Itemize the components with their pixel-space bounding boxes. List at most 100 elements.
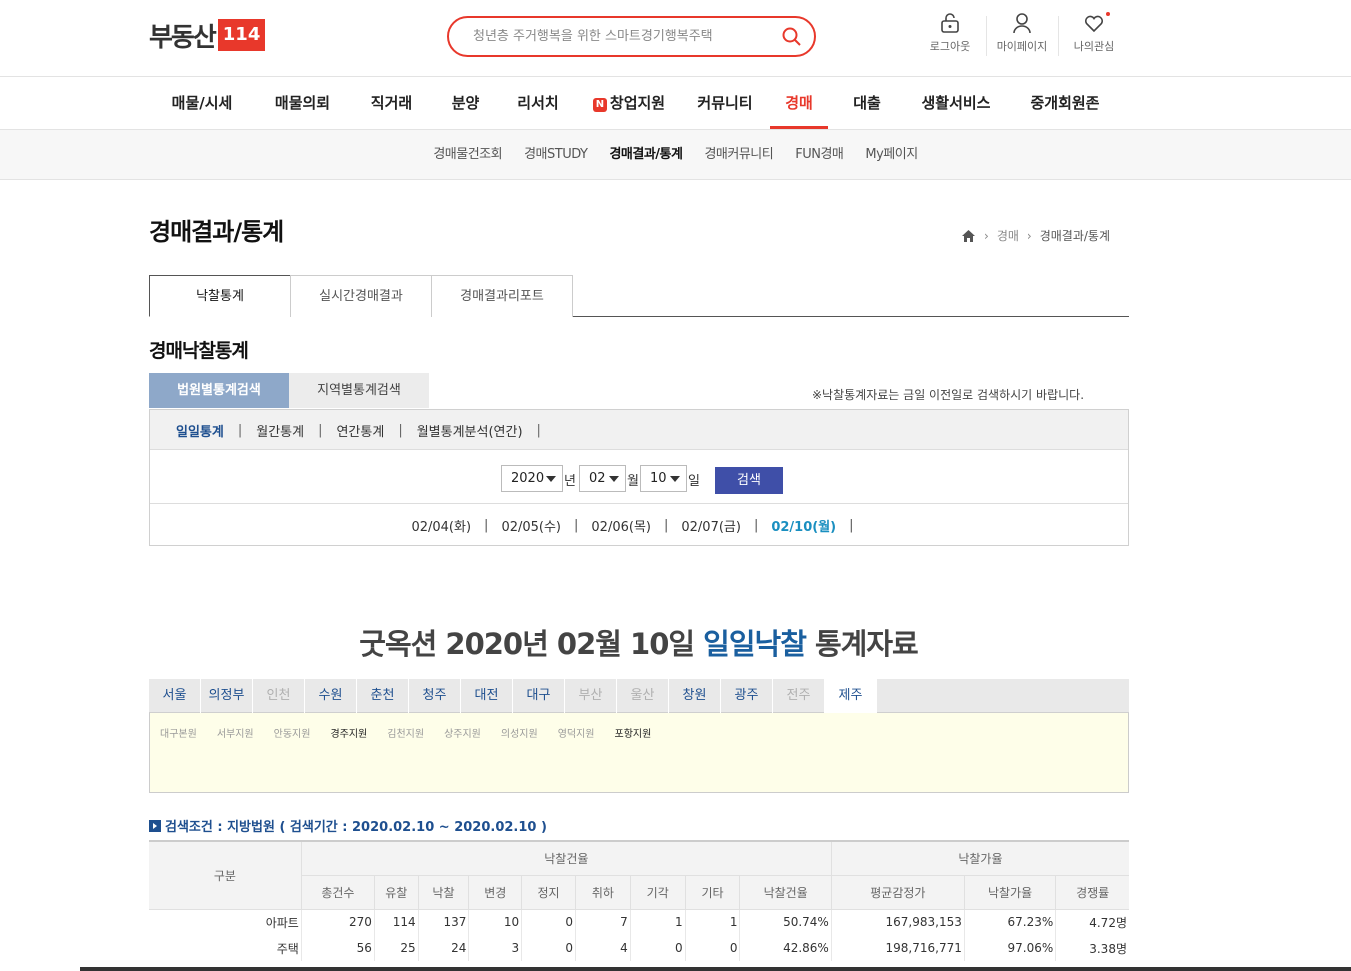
- court-link[interactable]: 경주지원: [330, 725, 367, 740]
- day-select[interactable]: 10: [640, 465, 687, 492]
- col-header-category: 구분: [149, 840, 302, 910]
- site-logo[interactable]: 부동산 114: [149, 18, 266, 53]
- search-condition: 검색조건 : 지방법원 ( 검색기간 : 2020.02.10 ~ 2020.0…: [149, 816, 547, 835]
- year-select[interactable]: 2020: [501, 465, 563, 492]
- table-cell: 3.38명: [1089, 941, 1127, 956]
- region-tab[interactable]: 서울: [149, 679, 201, 713]
- court-link[interactable]: 상주지원: [444, 725, 481, 740]
- divider: [150, 503, 1128, 504]
- logout-label: 로그아웃: [929, 40, 971, 53]
- logo-text: 부동산: [149, 22, 217, 53]
- region-tab[interactable]: 인천: [253, 679, 305, 713]
- table-cell: 3: [468, 935, 523, 961]
- gnb-item-presale[interactable]: 분양: [433, 77, 498, 129]
- home-icon[interactable]: [961, 229, 976, 243]
- gnb-item-auction[interactable]: 경매: [770, 77, 828, 129]
- subnav-item-search[interactable]: 경매물건조회: [433, 130, 502, 180]
- tab-results-report[interactable]: 경매결과리포트: [431, 275, 573, 317]
- col-header: 낙찰건율: [739, 875, 832, 910]
- table-cell: 10: [468, 909, 523, 935]
- heart-icon: [1084, 15, 1104, 33]
- gnb-item-request[interactable]: 매물의뢰: [255, 77, 350, 129]
- table-cell: 4: [575, 935, 631, 961]
- region-tab[interactable]: 대전: [461, 679, 513, 713]
- gnb-item-startup[interactable]: N 창업지원: [578, 77, 680, 129]
- search-button[interactable]: 검색: [715, 467, 783, 494]
- chevron-down-icon: [546, 475, 556, 482]
- gnb-item-direct[interactable]: 직거래: [350, 77, 433, 129]
- subnav-item-study[interactable]: 경매STUDY: [524, 130, 588, 180]
- tab-bar: 낙찰통계 실시간경매결과 경매결과리포트: [149, 275, 1129, 317]
- month-select[interactable]: 02: [579, 465, 626, 492]
- gnb-item-listings[interactable]: 매물/시세: [149, 77, 255, 129]
- mypage-button[interactable]: 마이페이지: [986, 12, 1058, 54]
- table-cell: 24: [418, 935, 470, 961]
- court-link[interactable]: 김천지원: [387, 725, 424, 740]
- court-link[interactable]: 서부지원: [217, 725, 254, 740]
- date-link[interactable]: 02/06(목): [591, 516, 651, 535]
- region-tab[interactable]: 의정부: [201, 679, 253, 713]
- period-monthly-analysis[interactable]: 월별통계분석(연간): [417, 421, 523, 440]
- tab-court-search[interactable]: 법원별통계검색: [149, 373, 289, 408]
- gnb-item-startup-label: 창업지원: [609, 94, 666, 112]
- horizontal-scrollbar[interactable]: [80, 967, 1351, 971]
- col-header: 평균감정가: [831, 875, 965, 910]
- tab-winning-stats[interactable]: 낙찰통계: [149, 275, 291, 317]
- date-link[interactable]: 02/07(금): [681, 516, 741, 535]
- row-label: 아파트: [149, 909, 302, 935]
- court-link[interactable]: 안동지원: [274, 725, 311, 740]
- region-tab[interactable]: 창원: [669, 679, 721, 713]
- tab-realtime-results[interactable]: 실시간경매결과: [290, 275, 432, 317]
- gnb-item-broker[interactable]: 중개회원존: [1006, 77, 1124, 129]
- table-cell: 167,983,153: [831, 909, 965, 935]
- court-link[interactable]: 의성지원: [501, 725, 538, 740]
- col-group-count-rate: 낙찰건율: [301, 840, 832, 876]
- period-yearly[interactable]: 연간통계: [336, 421, 384, 440]
- court-link[interactable]: 포항지원: [615, 725, 652, 740]
- subnav-item-results[interactable]: 경매결과/통계: [609, 130, 683, 180]
- gnb-item-loan[interactable]: 대출: [828, 77, 906, 129]
- breadcrumb-item: 경매결과/통계: [1039, 229, 1111, 243]
- region-tab[interactable]: 울산: [617, 679, 669, 713]
- date-link-selected[interactable]: 02/10(월): [771, 516, 836, 535]
- region-tab[interactable]: 수원: [305, 679, 357, 713]
- date-link[interactable]: 02/04(화): [411, 516, 471, 535]
- region-tab[interactable]: 전주: [773, 679, 825, 713]
- court-link[interactable]: 대구본원: [160, 725, 197, 740]
- gnb-item-community[interactable]: 커뮤니티: [680, 77, 770, 129]
- search-box: [447, 16, 816, 57]
- table-cell: 270: [301, 909, 375, 935]
- region-tab[interactable]: 청주: [409, 679, 461, 713]
- gnb-item-research[interactable]: 리서치: [498, 77, 578, 129]
- period-daily[interactable]: 일일통계: [176, 421, 224, 440]
- table-cell: 0: [521, 909, 576, 935]
- gnb-item-life[interactable]: 생활서비스: [906, 77, 1006, 129]
- search-input[interactable]: [473, 29, 782, 44]
- region-tab[interactable]: 광주: [721, 679, 773, 713]
- logout-button[interactable]: 로그아웃: [914, 12, 986, 54]
- date-link[interactable]: 02/05(수): [501, 516, 561, 535]
- subnav-item-community[interactable]: 경매커뮤니티: [704, 130, 773, 180]
- subnav-item-mypage[interactable]: My페이지: [865, 130, 918, 180]
- col-header: 정지: [521, 875, 576, 910]
- main-nav: 매물/시세 매물의뢰 직거래 분양 리서치 N 창업지원 커뮤니티 경매 대출 생…: [149, 77, 1139, 129]
- region-tab[interactable]: 제주: [825, 679, 877, 713]
- favorites-button[interactable]: 나의관심: [1058, 12, 1130, 54]
- table-row: 주택 56 25 24 3 0 4 0 0 42.86% 198,716,771 97.06% 3.38…: [149, 935, 1129, 961]
- user-icon: [1013, 13, 1031, 34]
- court-link[interactable]: 영덕지원: [558, 725, 595, 740]
- breadcrumb-item[interactable]: 경매: [997, 227, 1019, 244]
- region-tab[interactable]: 부산: [565, 679, 617, 713]
- chevron-down-icon: [670, 475, 680, 482]
- region-tab[interactable]: 춘천: [357, 679, 409, 713]
- subnav-item-fun[interactable]: FUN경매: [795, 130, 844, 180]
- period-monthly[interactable]: 월간통계: [256, 421, 304, 440]
- search-icon[interactable]: [782, 27, 802, 47]
- table-cell: 0: [630, 935, 686, 961]
- region-tab[interactable]: 대구: [513, 679, 565, 713]
- day-value: 10: [650, 471, 667, 486]
- tab-region-search[interactable]: 지역별통계검색: [289, 373, 429, 408]
- favorites-label: 나의관심: [1073, 40, 1115, 53]
- page-title: 경매결과/통계: [149, 218, 284, 246]
- row-label: 주택: [149, 935, 302, 961]
